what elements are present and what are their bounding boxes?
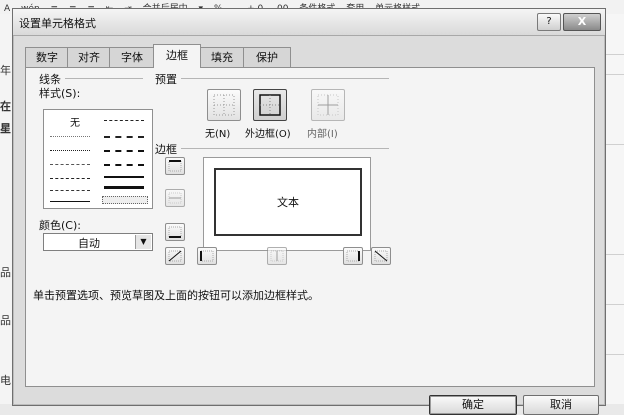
cell-glyph: 星 bbox=[0, 122, 11, 135]
tab-border[interactable]: 边框 bbox=[153, 44, 201, 68]
border-bottom-button[interactable] bbox=[165, 223, 185, 241]
help-button[interactable]: ? bbox=[537, 13, 561, 31]
border-diagonal-down-icon bbox=[374, 250, 388, 262]
line-color-label: 颜色(C): bbox=[39, 219, 81, 232]
border-diagonal-up-button[interactable] bbox=[165, 247, 185, 265]
line-style-medium-dash-dot-dot[interactable] bbox=[104, 120, 144, 121]
line-style-medium[interactable] bbox=[104, 176, 144, 178]
dialog-title: 设置单元格格式 bbox=[19, 17, 96, 30]
line-style-dashed[interactable] bbox=[50, 190, 90, 191]
preset-outline-label: 外边框(O) bbox=[245, 129, 291, 140]
border-top-icon bbox=[168, 160, 182, 172]
preset-inside-button[interactable] bbox=[311, 89, 345, 121]
border-inside-icon bbox=[317, 94, 339, 116]
cell-glyph: 年 bbox=[0, 64, 11, 77]
line-style-thin[interactable] bbox=[50, 201, 90, 202]
cell-glyph: 电 bbox=[0, 374, 11, 387]
border-diagonal-up-icon bbox=[168, 250, 182, 262]
border-bottom-icon bbox=[168, 226, 182, 238]
border-outline-icon bbox=[259, 94, 281, 116]
hint-text: 单击预置选项、预览草图及上面的按钮可以添加边框样式。 bbox=[33, 289, 319, 302]
line-style-dash-dot[interactable] bbox=[50, 178, 90, 179]
dialog-titlebar[interactable]: 设置单元格格式 ? X bbox=[13, 9, 605, 36]
line-style-slant-dash-dot[interactable] bbox=[104, 136, 144, 138]
line-style-none[interactable]: 无 bbox=[70, 114, 80, 129]
preview-text: 文本 bbox=[277, 196, 299, 209]
line-style-medium-dash-dot[interactable] bbox=[104, 150, 144, 152]
line-style-dotted[interactable] bbox=[50, 150, 90, 151]
line-style-thick[interactable] bbox=[104, 186, 144, 189]
border-right-icon bbox=[346, 250, 360, 262]
preset-group-title: 预置 bbox=[155, 73, 177, 86]
tab-protection[interactable]: 保护 bbox=[243, 47, 291, 67]
preset-inside-label: 内部(I) bbox=[307, 129, 338, 140]
border-left-button[interactable] bbox=[197, 247, 217, 265]
tab-alignment[interactable]: 对齐 bbox=[67, 47, 111, 67]
sheet-right-edge bbox=[604, 14, 624, 404]
preset-none-label: 无(N) bbox=[205, 129, 231, 140]
tab-number[interactable]: 数字 bbox=[25, 47, 69, 67]
ok-button[interactable]: 确定 bbox=[429, 395, 517, 415]
line-style-list[interactable]: 无 bbox=[43, 109, 153, 209]
dropdown-arrow-icon[interactable]: ▼ bbox=[135, 235, 151, 249]
line-style-label: 样式(S): bbox=[39, 87, 81, 100]
border-none-icon bbox=[213, 94, 235, 116]
line-style-dash-dot-dot[interactable] bbox=[50, 164, 90, 165]
border-group-title: 边框 bbox=[155, 143, 177, 156]
cancel-button[interactable]: 取消 bbox=[523, 395, 599, 415]
tab-fill[interactable]: 填充 bbox=[199, 47, 245, 67]
preset-none-button[interactable] bbox=[207, 89, 241, 121]
border-inside-horizontal-icon bbox=[168, 192, 182, 204]
tab-font[interactable]: 字体 bbox=[109, 47, 155, 67]
border-diagonal-down-button[interactable] bbox=[371, 247, 391, 265]
border-inside-vertical-button[interactable] bbox=[267, 247, 287, 265]
border-inside-horizontal-button[interactable] bbox=[165, 189, 185, 207]
border-inside-vertical-icon bbox=[270, 250, 284, 262]
cell-glyph: 品 bbox=[0, 314, 11, 327]
border-preview[interactable]: 文本 bbox=[203, 157, 371, 251]
line-color-value: 自动 bbox=[78, 237, 100, 250]
border-top-button[interactable] bbox=[165, 157, 185, 175]
preview-cell[interactable]: 文本 bbox=[214, 168, 362, 236]
format-cells-dialog: 设置单元格格式 ? X 数字 对齐 字体 边框 填充 保护 线条 样式(S): … bbox=[12, 8, 606, 415]
border-left-icon bbox=[200, 250, 214, 262]
cell-glyph: 在 bbox=[0, 100, 11, 113]
cell-glyph: 品 bbox=[0, 266, 11, 279]
line-style-double[interactable] bbox=[102, 196, 148, 204]
border-right-button[interactable] bbox=[343, 247, 363, 265]
line-style-hair[interactable] bbox=[50, 136, 90, 137]
line-color-select[interactable]: 自动 ▼ bbox=[43, 233, 153, 251]
close-button[interactable]: X bbox=[563, 13, 601, 31]
line-style-medium-dashed[interactable] bbox=[104, 164, 144, 166]
preset-outline-button[interactable] bbox=[253, 89, 287, 121]
